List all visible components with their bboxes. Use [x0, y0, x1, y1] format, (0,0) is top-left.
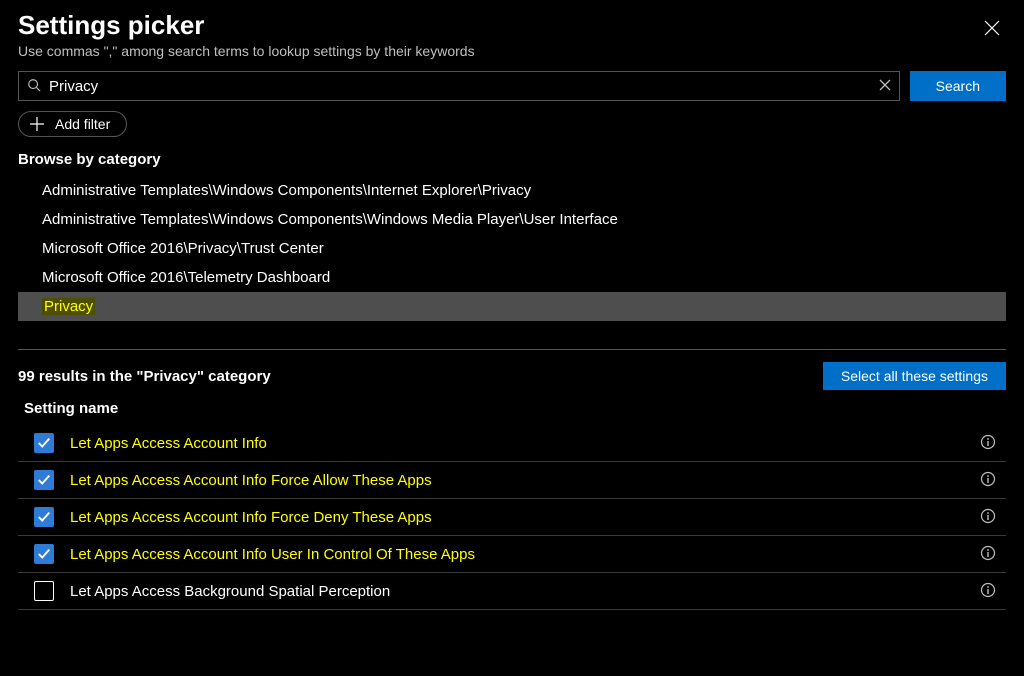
check-icon [37, 473, 51, 487]
results-summary: 99 results in the "Privacy" category [18, 368, 271, 385]
browse-by-category-label: Browse by category [18, 151, 1006, 168]
info-icon[interactable] [980, 582, 996, 601]
result-row[interactable]: Let Apps Access Account Info Force Allow… [18, 462, 1006, 499]
page-title: Settings picker [18, 10, 1006, 41]
search-button[interactable]: Search [910, 71, 1006, 101]
select-all-button[interactable]: Select all these settings [823, 362, 1006, 390]
close-button[interactable] [978, 14, 1006, 42]
check-icon [37, 510, 51, 524]
section-divider [18, 349, 1006, 350]
info-icon[interactable] [980, 545, 996, 564]
category-item[interactable]: Privacy [18, 292, 1006, 321]
result-row[interactable]: Let Apps Access Background Spatial Perce… [18, 573, 1006, 610]
add-filter-button[interactable]: Add filter [18, 111, 127, 137]
clear-icon [879, 79, 891, 91]
category-item-label: Privacy [42, 298, 95, 315]
result-label: Let Apps Access Account Info Force Allow… [70, 472, 980, 489]
search-icon [27, 78, 41, 95]
result-label: Let Apps Access Account Info [70, 435, 980, 452]
result-checkbox[interactable] [34, 507, 54, 527]
category-item[interactable]: Administrative Templates\Windows Compone… [18, 176, 1006, 205]
search-field-container [18, 71, 900, 101]
info-icon[interactable] [980, 434, 996, 453]
result-checkbox[interactable] [34, 433, 54, 453]
check-icon [37, 436, 51, 450]
info-icon[interactable] [980, 471, 996, 490]
result-row[interactable]: Let Apps Access Account Info [18, 425, 1006, 462]
result-checkbox[interactable] [34, 544, 54, 564]
clear-search-button[interactable] [879, 78, 891, 94]
add-filter-label: Add filter [55, 116, 110, 132]
search-input[interactable] [41, 78, 879, 95]
result-row[interactable]: Let Apps Access Account Info Force Deny … [18, 499, 1006, 536]
close-icon [984, 20, 1000, 36]
category-list: Administrative Templates\Windows Compone… [18, 176, 1006, 321]
result-label: Let Apps Access Account Info Force Deny … [70, 509, 980, 526]
result-checkbox[interactable] [34, 470, 54, 490]
column-header-setting-name: Setting name [18, 400, 1006, 417]
info-icon[interactable] [980, 508, 996, 527]
category-item[interactable]: Administrative Templates\Windows Compone… [18, 205, 1006, 234]
result-label: Let Apps Access Account Info User In Con… [70, 546, 980, 563]
result-row[interactable]: Let Apps Access Account Info User In Con… [18, 536, 1006, 573]
category-item[interactable]: Microsoft Office 2016\Privacy\Trust Cent… [18, 234, 1006, 263]
result-label: Let Apps Access Background Spatial Perce… [70, 583, 980, 600]
results-list[interactable]: Let Apps Access Account Info Let Apps Acc… [18, 425, 1006, 630]
page-subtitle: Use commas "," among search terms to loo… [18, 43, 1006, 59]
plus-icon [29, 116, 45, 132]
check-icon [37, 547, 51, 561]
result-checkbox[interactable] [34, 581, 54, 601]
category-item[interactable]: Microsoft Office 2016\Telemetry Dashboar… [18, 263, 1006, 292]
